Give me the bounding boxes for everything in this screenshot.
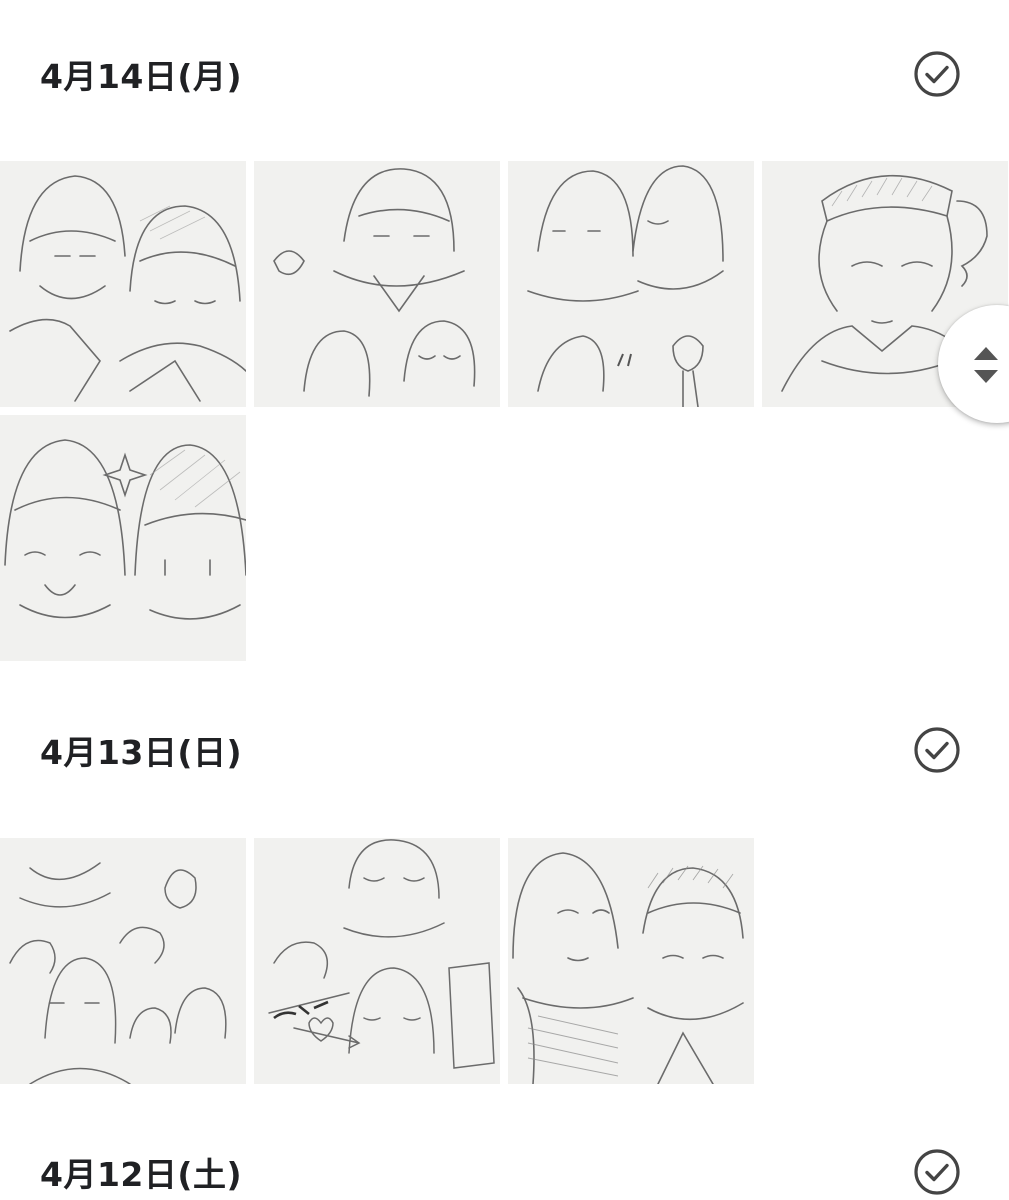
photo-thumbnail[interactable]	[254, 838, 500, 1084]
photo-thumbnail[interactable]	[0, 161, 246, 407]
date-label: 4月12日(土)	[40, 1155, 243, 1194]
date-header: 4月13日(日)	[0, 710, 1009, 790]
photo-thumbnail[interactable]	[0, 415, 246, 661]
select-all-check-icon[interactable]	[913, 1148, 961, 1196]
select-all-check-icon[interactable]	[913, 726, 961, 774]
date-label: 4月14日(月)	[40, 57, 243, 96]
photo-timeline: 4月14日(月) 4月13日(日) 4月12日(土)	[0, 0, 1009, 1200]
photo-thumbnail[interactable]	[508, 161, 754, 407]
photo-thumbnail[interactable]	[508, 838, 754, 1084]
photo-thumbnail[interactable]	[254, 161, 500, 407]
date-header: 4月12日(土)	[0, 1132, 1009, 1200]
date-label: 4月13日(日)	[40, 733, 243, 772]
up-down-arrows-icon	[974, 347, 998, 383]
select-all-check-icon[interactable]	[913, 50, 961, 98]
date-header: 4月14日(月)	[0, 34, 1009, 114]
photo-thumbnail[interactable]	[0, 838, 246, 1084]
